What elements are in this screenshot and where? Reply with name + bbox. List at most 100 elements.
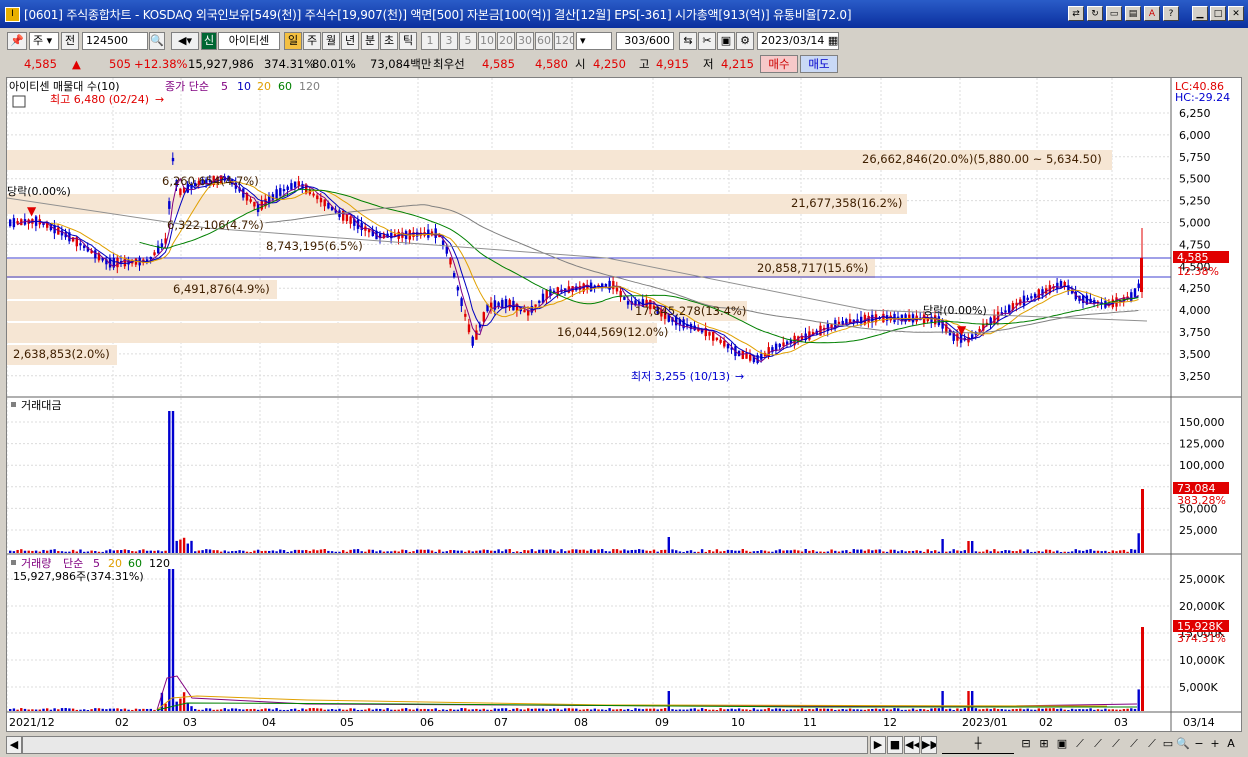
alert-icon[interactable]: A (1144, 6, 1160, 21)
amount-bar (515, 551, 519, 553)
profile-label-10: 17,845,278(13.4%) (635, 304, 746, 318)
volume-bar (427, 709, 430, 711)
amount-bar (889, 549, 892, 553)
stop-icon[interactable]: ■ (887, 736, 903, 754)
scroll-track[interactable] (22, 736, 868, 754)
panel-icon[interactable]: ▣ (1054, 736, 1070, 754)
minute-5[interactable]: 5 (459, 32, 477, 50)
layout-icon[interactable]: ▤ (1125, 6, 1141, 21)
draw-icon[interactable]: ⟋ (1072, 736, 1088, 754)
amount-bar (1059, 551, 1063, 553)
minute-60[interactable]: 60 (535, 32, 553, 50)
scroll-left-icon[interactable]: ◀ (6, 736, 22, 754)
ask-price: 4,585 (482, 57, 515, 71)
speed-slider[interactable]: ┼ (942, 736, 1014, 754)
amount-bar (445, 551, 448, 553)
amount-bar (793, 549, 796, 553)
amount-bar (1033, 551, 1037, 553)
split2-icon[interactable]: ⊞ (1036, 736, 1052, 754)
maximize-button[interactable]: □ (1210, 6, 1226, 21)
tab-tick[interactable]: 틱 (399, 32, 417, 50)
volume-bar (364, 709, 367, 711)
link-icon[interactable]: ⇄ (1068, 6, 1084, 21)
amount-bar (49, 549, 53, 553)
candle-body (71, 237, 75, 242)
draw4-icon[interactable]: ⟋ (1126, 736, 1142, 754)
sell-button[interactable]: 매도 (800, 55, 838, 73)
amount-bar (1119, 550, 1122, 553)
draw5-icon[interactable]: ⟋ (1144, 736, 1160, 754)
profile-label-6: 2,638,853(2.0%) (13, 347, 110, 361)
date-input[interactable]: 2023/03/14 ▦ (757, 32, 839, 50)
amount-bar (338, 551, 341, 553)
volume-bar (353, 708, 356, 711)
custom-period-input[interactable]: ▾ (576, 32, 612, 50)
help-icon[interactable]: ? (1163, 6, 1179, 21)
save-icon[interactable]: ▣ (717, 32, 735, 50)
min-arrow-icon: → (735, 370, 744, 383)
chart-svg[interactable]: 아이티센 매물대 수(10) 종가 단순 5 10 20 60 120 최고 6… (7, 78, 1241, 731)
window-icon[interactable]: ▭ (1106, 6, 1122, 21)
close-button[interactable]: ✕ (1228, 6, 1244, 21)
amount-bar (786, 550, 789, 553)
font-size-button[interactable]: A (1224, 736, 1238, 754)
rewind-icon[interactable]: ◀◀ (904, 736, 920, 754)
play-icon[interactable]: ▶ (870, 736, 886, 754)
volume-bar (804, 709, 807, 711)
zoom-search-icon[interactable]: 🔍 (1176, 736, 1190, 754)
minute-3[interactable]: 3 (440, 32, 458, 50)
volume-bar (660, 708, 663, 711)
volume-bar (134, 708, 138, 711)
draw3-icon[interactable]: ⟋ (1108, 736, 1124, 754)
minimize-button[interactable]: ▁ (1192, 6, 1208, 21)
chart-area[interactable]: 아이티센 매물대 수(10) 종가 단순 5 10 20 60 120 최고 6… (6, 77, 1242, 732)
zoom-in-button[interactable]: + (1208, 736, 1222, 754)
split-icon[interactable]: ⊟ (1018, 736, 1034, 754)
volume-bar (60, 708, 64, 711)
amount-bar (630, 550, 633, 553)
volume-bar (575, 708, 578, 711)
tab-month[interactable]: 월 (322, 32, 340, 50)
arrows-icon[interactable]: ⇆ (679, 32, 697, 50)
volume-bar (57, 709, 60, 711)
volume-bar (186, 703, 189, 711)
tab-minute[interactable]: 분 (361, 32, 379, 50)
minute-20[interactable]: 20 (497, 32, 515, 50)
tab-second[interactable]: 초 (380, 32, 398, 50)
zoom-out-button[interactable]: − (1192, 736, 1206, 754)
amount-bar (789, 550, 793, 553)
stock-code-input[interactable]: 124500 (82, 32, 148, 50)
pin-icon[interactable]: 📌 (7, 32, 27, 50)
minute-30[interactable]: 30 (516, 32, 534, 50)
profile-label-5: 16,044,569(12.0%) (557, 325, 668, 339)
amount-bar (286, 551, 289, 553)
buy-button[interactable]: 매수 (760, 55, 798, 73)
minute-1[interactable]: 1 (421, 32, 439, 50)
refresh-icon[interactable]: ↻ (1087, 6, 1103, 21)
volume-bar (20, 708, 23, 711)
search-icon[interactable]: 🔍 (149, 32, 165, 50)
box-icon[interactable]: ▭ (1160, 736, 1176, 754)
candle-body (482, 312, 485, 322)
amount-bar (730, 550, 733, 553)
tab-day[interactable]: 일 (284, 32, 302, 50)
draw2-icon[interactable]: ⟋ (1090, 736, 1106, 754)
grid-toggle-icon[interactable] (12, 95, 26, 108)
settings-icon[interactable]: ⚙ (736, 32, 754, 50)
period-select[interactable]: 주 ▾ (29, 32, 59, 50)
candle-body (978, 328, 981, 332)
scissors-icon[interactable]: ✂ (698, 32, 716, 50)
tab-year[interactable]: 년 (341, 32, 359, 50)
volume-bar (604, 709, 608, 711)
amount-bar (608, 551, 611, 553)
data-count[interactable]: 303/600 (616, 32, 674, 50)
candle-body (1137, 283, 1140, 288)
forward-icon[interactable]: ▶▶ (921, 736, 937, 754)
volume-bar (700, 708, 704, 711)
amount-bar (216, 550, 219, 553)
minute-120[interactable]: 120 (554, 32, 574, 50)
prev-button[interactable]: 전 (61, 32, 79, 50)
speaker-icon[interactable]: ◀▾ (171, 32, 199, 50)
tab-week[interactable]: 주 (303, 32, 321, 50)
minute-10[interactable]: 10 (478, 32, 496, 50)
